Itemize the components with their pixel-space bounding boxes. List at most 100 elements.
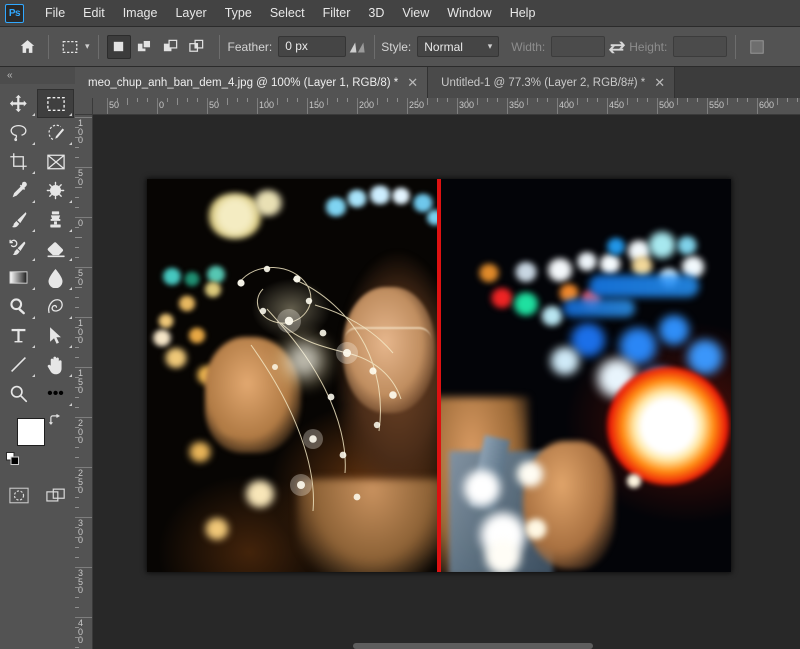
zoom-tool[interactable]: [0, 379, 37, 408]
ruler-minor-tick: [75, 397, 79, 398]
select-and-mask-button[interactable]: [744, 34, 770, 60]
tool-flyout-indicator: [32, 171, 35, 174]
ruler-label: 400: [559, 100, 575, 110]
ruler-minor-tick: [75, 147, 79, 148]
menu-window[interactable]: Window: [438, 2, 500, 24]
intersect-with-selection-button[interactable]: [185, 35, 209, 59]
ruler-minor-tick: [597, 98, 598, 102]
menu-view[interactable]: View: [393, 2, 438, 24]
menu-select[interactable]: Select: [261, 2, 314, 24]
gradient-tool[interactable]: [0, 263, 37, 292]
bokeh-light: [511, 291, 541, 317]
move-tool[interactable]: [0, 89, 37, 118]
ruler-minor-tick: [217, 98, 218, 102]
ruler-minor-tick: [75, 547, 79, 548]
menu-image[interactable]: Image: [114, 2, 167, 24]
vertical-ruler[interactable]: 1005005010015020025030035040045050055060…: [75, 115, 93, 649]
menu-layer[interactable]: Layer: [166, 2, 215, 24]
new-selection-button[interactable]: [106, 34, 131, 59]
canvas-area[interactable]: [93, 115, 800, 649]
chevron-down-icon: ▾: [487, 41, 493, 51]
menu-file[interactable]: File: [36, 2, 74, 24]
spot-healing-brush-tool[interactable]: [37, 176, 74, 205]
dodge-tool[interactable]: [0, 292, 37, 321]
close-icon[interactable]: ✕: [654, 76, 665, 89]
foreground-color-swatch[interactable]: [17, 418, 45, 446]
add-to-selection-button[interactable]: [133, 35, 157, 59]
menu-filter[interactable]: Filter: [314, 2, 360, 24]
subtract-from-selection-button[interactable]: [159, 35, 183, 59]
screen-mode-icon[interactable]: [41, 482, 71, 508]
ruler-minor-tick: [75, 447, 79, 448]
ruler-minor-tick: [567, 98, 568, 102]
menu-bar: Ps File Edit Image Layer Type Select Fil…: [0, 0, 800, 27]
ruler-minor-tick: [387, 98, 388, 102]
swap-dimensions-icon[interactable]: [605, 36, 629, 58]
home-icon[interactable]: [14, 34, 40, 60]
ruler-minor-tick: [75, 497, 79, 498]
tool-flyout-indicator: [32, 316, 35, 319]
anti-alias-icon[interactable]: [346, 36, 368, 58]
horizontal-scrollbar[interactable]: [353, 643, 593, 649]
swap-colors-icon[interactable]: [49, 414, 62, 432]
bokeh-light: [545, 257, 575, 283]
chevron-down-icon[interactable]: ▾: [85, 41, 90, 52]
document-tab-untitled-1[interactable]: Untitled-1 @ 77.3% (Layer 2, RGB/8#) * ✕: [428, 67, 676, 98]
menu-edit[interactable]: Edit: [74, 2, 114, 24]
collapse-chevrons-icon: «: [7, 70, 12, 81]
collapse-panel-button[interactable]: «: [0, 67, 75, 84]
eraser-tool[interactable]: [37, 234, 74, 263]
document-canvas[interactable]: [147, 179, 731, 572]
ruler-label: 550: [709, 100, 725, 110]
hand-tool[interactable]: [37, 350, 74, 379]
reset-colors-icon[interactable]: [6, 452, 20, 471]
rectangular-marquee-tool[interactable]: [37, 89, 74, 118]
blur-tool[interactable]: [37, 263, 74, 292]
type-tool[interactable]: [0, 321, 37, 350]
style-label: Style:: [381, 39, 412, 54]
eyedropper-tool[interactable]: [0, 176, 37, 205]
ruler-minor-tick: [287, 98, 288, 102]
ruler-minor-tick: [127, 98, 128, 105]
menu-3d[interactable]: 3D: [359, 2, 393, 24]
pen-tool[interactable]: [37, 292, 74, 321]
ruler-origin-box[interactable]: [75, 98, 93, 115]
bokeh-light: [459, 467, 505, 509]
feather-input[interactable]: 0 px: [278, 36, 347, 57]
color-swatches: [0, 412, 75, 478]
lasso-tool[interactable]: [0, 118, 37, 147]
bokeh-light: [477, 263, 501, 283]
frame-tool[interactable]: [37, 147, 74, 176]
ruler-minor-tick: [797, 98, 798, 102]
ruler-minor-tick: [75, 477, 79, 478]
ruler-label: 250: [78, 468, 84, 495]
ruler-minor-tick: [75, 377, 79, 378]
history-brush-tool[interactable]: [0, 234, 37, 263]
brush-tool[interactable]: [0, 205, 37, 234]
ruler-minor-tick: [75, 227, 79, 228]
menu-type[interactable]: Type: [216, 2, 261, 24]
ruler-minor-tick: [397, 98, 398, 102]
quick-mask-icon[interactable]: [4, 482, 34, 508]
edit-toolbar-button[interactable]: •••: [37, 379, 74, 408]
style-select[interactable]: Normal ▾: [417, 36, 500, 57]
horizontal-ruler[interactable]: 5005010015020025030035040045050055060065…: [93, 98, 800, 115]
line-tool[interactable]: [0, 350, 37, 379]
ruler-minor-tick: [727, 98, 728, 105]
ruler-minor-tick: [75, 277, 79, 278]
ruler-minor-tick: [75, 197, 79, 198]
menu-help[interactable]: Help: [501, 2, 545, 24]
clone-stamp-tool[interactable]: [37, 205, 74, 234]
ruler-minor-tick: [517, 98, 518, 102]
mode-buttons: [0, 482, 75, 508]
crop-tool[interactable]: [0, 147, 37, 176]
ruler-minor-tick: [477, 98, 478, 105]
close-icon[interactable]: ✕: [407, 76, 418, 89]
quick-selection-tool[interactable]: [37, 118, 74, 147]
ruler-minor-tick: [277, 98, 278, 105]
ruler-label: 250: [409, 100, 425, 110]
active-tool-preview-icon[interactable]: [57, 34, 83, 60]
path-selection-tool[interactable]: [37, 321, 74, 350]
ruler-minor-tick: [487, 98, 488, 102]
document-tab-meo-chup-anh-ban-dem[interactable]: meo_chup_anh_ban_dem_4.jpg @ 100% (Layer…: [75, 67, 429, 98]
